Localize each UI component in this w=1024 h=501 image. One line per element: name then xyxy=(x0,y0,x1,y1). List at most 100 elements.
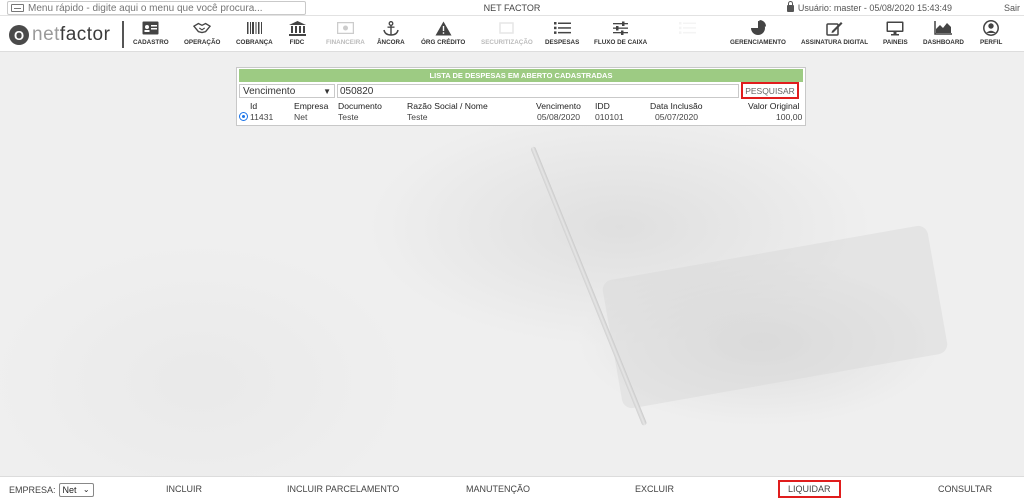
cell-razao-social: Teste xyxy=(407,112,428,122)
warning-icon xyxy=(434,20,452,36)
nav-label: FLUXO DE CAIXA xyxy=(594,39,648,46)
list-icon xyxy=(553,20,571,36)
nav-item-dashboard[interactable]: DASHBOARD xyxy=(923,20,964,46)
nav-label: GERENCIAMENTO xyxy=(730,39,786,46)
nav-label: CADASTRO xyxy=(133,39,169,46)
panel-title: LISTA DE DESPESAS EM ABERTO CADASTRADAS xyxy=(239,69,803,82)
sliders-icon xyxy=(612,20,630,36)
nav-label: SECURITIZAÇÃO xyxy=(481,39,533,46)
nav-label: ÂNCORA xyxy=(377,39,405,46)
nav-item-org-credito[interactable]: ÓRG CRÉDITO xyxy=(421,20,465,46)
nav-item-perfil[interactable]: PERFIL xyxy=(980,20,1002,46)
chevron-down-icon: ⌄ xyxy=(82,485,90,494)
list-icon xyxy=(679,20,697,36)
company-selector: EMPRESA: Net ⌄ xyxy=(9,483,94,497)
excluir-button[interactable]: EXCLUIR xyxy=(635,484,674,494)
monitor-icon xyxy=(886,20,904,36)
nav-item-paineis[interactable]: PAINEIS xyxy=(883,20,908,46)
table-header: Id Empresa Documento Razão Social / Nome… xyxy=(239,101,805,112)
col-header-empresa: Empresa xyxy=(294,101,329,111)
nav-item-assinatura-digital[interactable]: ASSINATURA DIGITAL xyxy=(801,20,868,46)
nav-label: ÓRG CRÉDITO xyxy=(421,39,466,46)
manutencao-button[interactable]: MANUTENÇÃO xyxy=(466,484,530,494)
col-header-razao-social: Razão Social / Nome xyxy=(407,101,488,111)
user-icon xyxy=(982,20,1000,36)
quick-menu[interactable] xyxy=(7,1,306,15)
nav-divider xyxy=(122,21,124,48)
lock-icon xyxy=(786,0,794,12)
nav-label: OPERAÇÃO xyxy=(184,39,221,46)
expense-table: Id Empresa Documento Razão Social / Nome… xyxy=(239,101,805,123)
filter-value-input[interactable] xyxy=(337,84,739,98)
col-header-valor-original: Valor Original xyxy=(748,101,800,111)
logo-net: net xyxy=(32,24,60,45)
logout-link[interactable]: Sair xyxy=(1004,3,1020,13)
nav-item-securitizacao[interactable]: SECURITIZAÇÃO xyxy=(481,20,533,46)
nav-item-cobranca[interactable]: COBRANÇA xyxy=(236,20,273,46)
incluir-parcelamento-button[interactable]: INCLUIR PARCELAMENTO xyxy=(287,484,399,494)
bottom-action-bar: EMPRESA: Net ⌄ INCLUIR INCLUIR PARCELAME… xyxy=(0,476,1024,501)
company-select[interactable]: Net ⌄ xyxy=(58,483,94,497)
nav-label: FINANCEIRA xyxy=(326,39,365,46)
col-header-vencimento: Vencimento xyxy=(536,101,581,111)
quick-menu-input[interactable] xyxy=(28,2,298,14)
nav-item-gerenciamento[interactable]: GERENCIAMENTO xyxy=(730,20,786,46)
handshake-icon xyxy=(193,20,212,36)
nav-label: PAINEIS xyxy=(883,39,908,46)
main-nav: O net factor CADASTRO OPERAÇÃO COBRANÇA … xyxy=(0,16,1024,52)
cell-id: 11431 xyxy=(250,112,274,122)
cell-vencimento: 05/08/2020 xyxy=(537,112,581,122)
search-button[interactable]: PESQUISAR xyxy=(741,82,799,99)
id-card-icon xyxy=(142,20,160,36)
nav-label: PERFIL xyxy=(980,39,1003,46)
row-select-radio[interactable] xyxy=(239,112,248,121)
filter-row: Vencimento ▼ PESQUISAR xyxy=(239,82,805,99)
consultar-button[interactable]: CONSULTAR xyxy=(938,484,992,494)
nav-item-fidc[interactable]: FIDC xyxy=(288,20,306,46)
filter-field-value: Vencimento xyxy=(243,85,296,97)
company-label: EMPRESA: xyxy=(9,485,56,495)
nav-item-despesas[interactable]: DESPESAS xyxy=(545,20,579,46)
nav-item-fluxo-de-caixa[interactable]: FLUXO DE CAIXA xyxy=(594,20,647,46)
edit-icon xyxy=(826,20,844,36)
money-icon xyxy=(336,20,354,36)
top-bar: NET FACTOR Usuário: master - 05/08/2020 … xyxy=(0,0,1024,16)
barcode-icon xyxy=(245,20,263,36)
nav-item-ancora[interactable]: ÂNCORA xyxy=(377,20,405,46)
cell-documento: Teste xyxy=(338,112,359,122)
anchor-icon xyxy=(382,20,400,36)
nav-item-cadastro[interactable]: CADASTRO xyxy=(133,20,169,46)
chevron-down-icon: ▼ xyxy=(323,87,331,96)
filter-field-select[interactable]: Vencimento ▼ xyxy=(239,84,335,98)
nav-item-operacao[interactable]: OPERAÇÃO xyxy=(184,20,220,46)
nav-label: DASHBOARD xyxy=(923,39,964,46)
nav-label: DESPESAS xyxy=(545,39,580,46)
logo: O net factor xyxy=(9,24,110,46)
nav-label: FIDC xyxy=(289,39,305,46)
logo-factor: factor xyxy=(59,24,111,45)
user-info-text: Usuário: master - 05/08/2020 15:43:49 xyxy=(797,3,952,13)
cell-valor-original: 100,00 xyxy=(776,112,803,122)
cell-empresa: Net xyxy=(294,112,308,122)
col-header-idd: IDD xyxy=(595,101,610,111)
nav-label: CONTABILIDADE xyxy=(662,39,714,46)
col-header-documento: Documento xyxy=(338,101,382,111)
company-select-value: Net xyxy=(62,485,77,495)
nav-item-financeira[interactable]: FINANCEIRA xyxy=(326,20,365,46)
logo-mark: O xyxy=(9,25,29,45)
area-chart-icon xyxy=(934,20,953,36)
background-calculator xyxy=(601,224,949,410)
cell-data-inclusao: 05/07/2020 xyxy=(655,112,699,122)
layers-icon xyxy=(498,20,516,36)
bank-icon xyxy=(288,20,306,36)
table-row[interactable]: 11431 Net Teste Teste 05/08/2020 010101 … xyxy=(239,112,805,123)
col-header-id: Id xyxy=(250,101,258,111)
expense-list-panel: LISTA DE DESPESAS EM ABERTO CADASTRADAS … xyxy=(236,67,806,126)
nav-label: ASSINATURA DIGITAL xyxy=(801,39,869,46)
nav-item-contabilidade[interactable]: CONTABILIDADE xyxy=(662,20,714,46)
incluir-button[interactable]: INCLUIR xyxy=(166,484,202,494)
pie-chart-icon xyxy=(749,20,767,36)
keyboard-icon xyxy=(11,4,24,12)
liquidar-button[interactable]: LIQUIDAR xyxy=(778,480,841,498)
col-header-data-inclusao: Data Inclusão xyxy=(650,101,703,111)
